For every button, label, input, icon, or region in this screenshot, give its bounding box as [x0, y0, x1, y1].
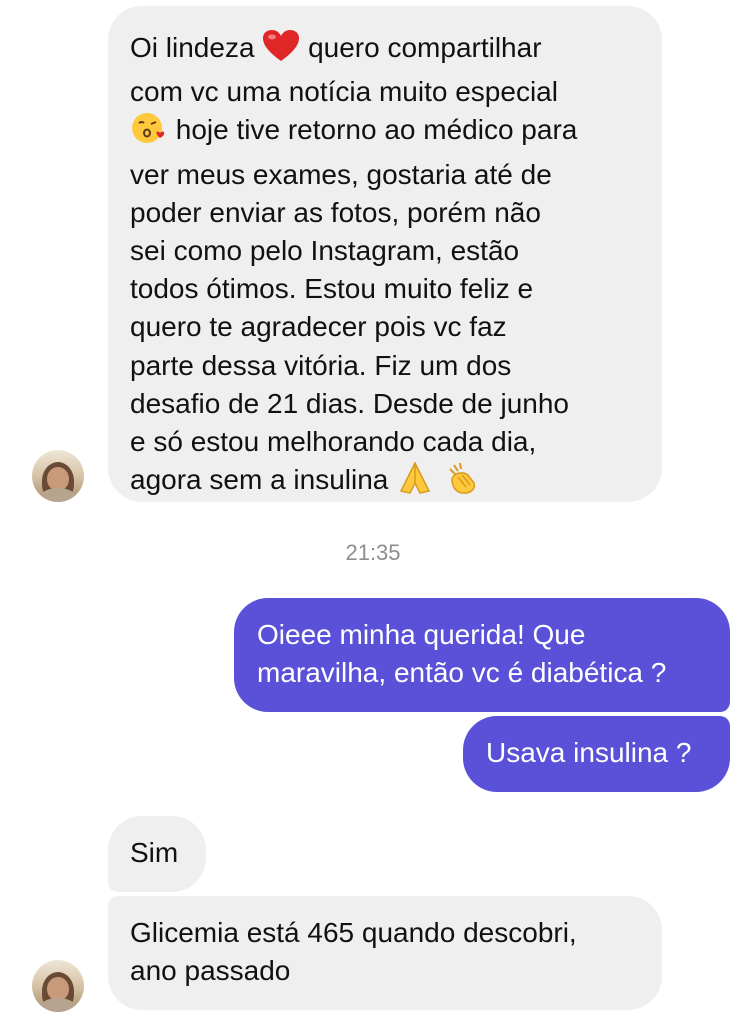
avatar[interactable]	[32, 450, 84, 502]
message-line: sei como pelo Instagram, estão	[130, 235, 520, 267]
outgoing-message-bubble[interactable]: Oieee minha querida! Que maravilha, entã…	[234, 598, 730, 712]
message-line: e só estou melhorando cada dia,	[130, 426, 537, 458]
message-line: ano passado	[130, 955, 291, 987]
message-line: com vc uma notícia muito especial	[130, 76, 558, 108]
message-text: quero compartilhar	[308, 32, 542, 63]
message-text: hoje tive retorno ao médico para	[175, 114, 578, 146]
message-line: Oi lindeza quero compartilhar	[130, 29, 642, 73]
message-line: quero te agradecer pois vc faz	[130, 311, 507, 343]
red-heart-icon	[262, 29, 300, 73]
message-line: poder enviar as fotos, porém não	[130, 196, 541, 228]
face-blowing-kiss-icon	[130, 111, 168, 155]
message-line: todos ótimos. Estou muito feliz e	[130, 273, 534, 305]
message-text: agora sem a insulina	[130, 464, 389, 496]
message-text: Oi lindeza	[130, 32, 255, 63]
incoming-message-bubble[interactable]: Glicemia está 465 quando descobri, ano p…	[108, 896, 662, 1010]
message-line: Oieee minha querida! Que	[257, 619, 586, 650]
message-line: agora sem a insulina	[130, 461, 642, 505]
message-line: Sim	[130, 837, 179, 868]
message-line: parte dessa vitória. Fiz um dos	[130, 349, 512, 381]
clapping-hands-icon	[442, 461, 480, 505]
folded-hands-icon	[396, 461, 434, 505]
message-line: ver meus exames, gostaria até de	[130, 158, 552, 190]
timestamp: 21:35	[345, 540, 401, 565]
outgoing-message-bubble[interactable]: Usava insulina ?	[463, 716, 730, 792]
message-line: Usava insulina ?	[486, 737, 692, 768]
avatar[interactable]	[32, 960, 84, 1012]
message-line: maravilha, então vc é diabética ?	[257, 657, 667, 689]
message-line: hoje tive retorno ao médico para	[130, 111, 642, 155]
incoming-message-bubble[interactable]: Sim	[108, 816, 206, 892]
incoming-message-bubble[interactable]: Oi lindeza quero compartilhar com vc uma…	[108, 6, 662, 502]
message-line: desafio de 21 dias. Desde de junho	[130, 387, 569, 419]
message-line: Glicemia está 465 quando descobri,	[130, 917, 577, 948]
